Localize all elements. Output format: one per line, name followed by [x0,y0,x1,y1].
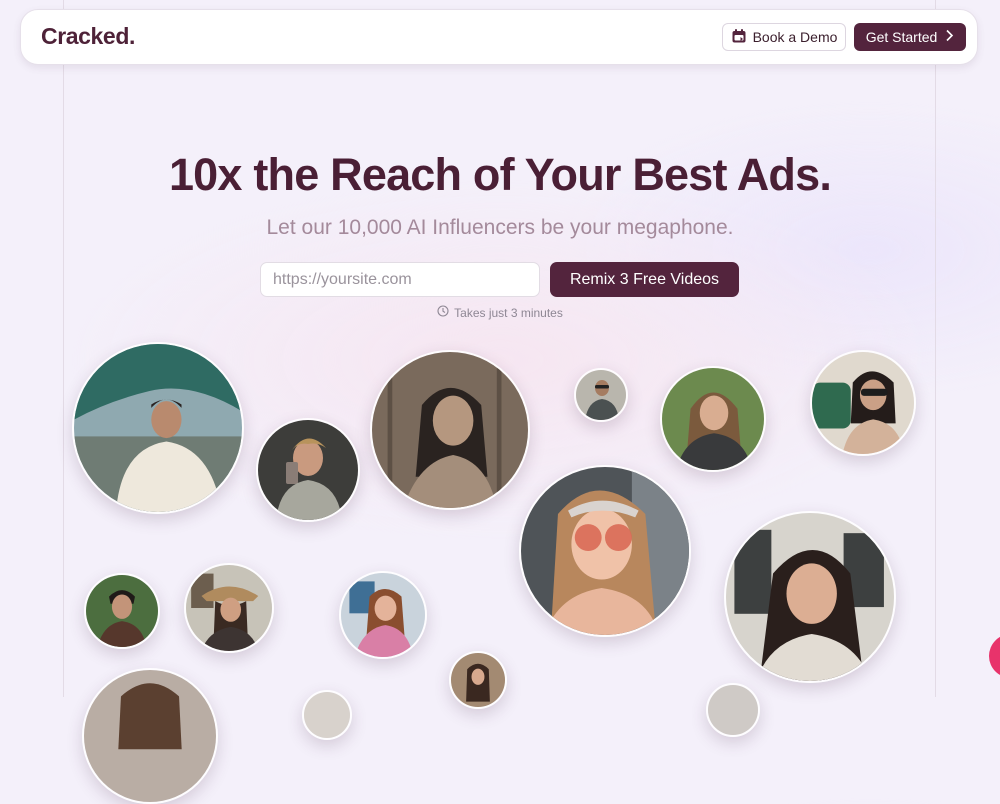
influencer-photo [449,651,507,709]
clock-icon [437,305,449,320]
chat-widget-button[interactable] [989,634,1000,678]
hero-subheadline: Let our 10,000 AI Influencers be your me… [266,216,734,239]
get-started-label: Get Started [865,29,938,45]
influencer-photo [706,683,760,737]
duration-note: Takes just 3 minutes [0,305,1000,320]
right-guide-line [935,0,936,697]
influencer-photo [370,350,530,510]
book-demo-label: Book a Demo [752,29,838,45]
influencer-photo [184,563,274,653]
calendar-icon [731,28,747,47]
influencer-photo [72,342,244,514]
influencer-photo [302,690,352,740]
left-guide-line [63,0,64,697]
influencer-photo [82,668,218,804]
influencer-photo [660,366,766,472]
book-demo-button[interactable]: Book a Demo [722,23,846,51]
chevron-right-icon [945,29,954,45]
influencer-photo [519,465,691,637]
influencer-photo [810,350,916,456]
influencer-photo [84,573,160,649]
influencer-photo [724,511,896,683]
top-nav-bar: Cracked. Book a Demo Get Started [20,9,978,65]
website-url-input[interactable] [260,262,540,297]
remix-free-videos-button[interactable]: Remix 3 Free Videos [550,262,739,297]
hero-headline: 10x the Reach of Your Best Ads. [168,149,832,200]
influencer-photo [339,571,427,659]
influencer-photo [256,418,360,522]
logo[interactable]: Cracked. [41,23,135,50]
duration-note-text: Takes just 3 minutes [454,305,563,320]
remix-button-label: Remix 3 Free Videos [569,270,720,288]
get-started-button[interactable]: Get Started [854,23,966,51]
influencer-photo [574,368,628,422]
